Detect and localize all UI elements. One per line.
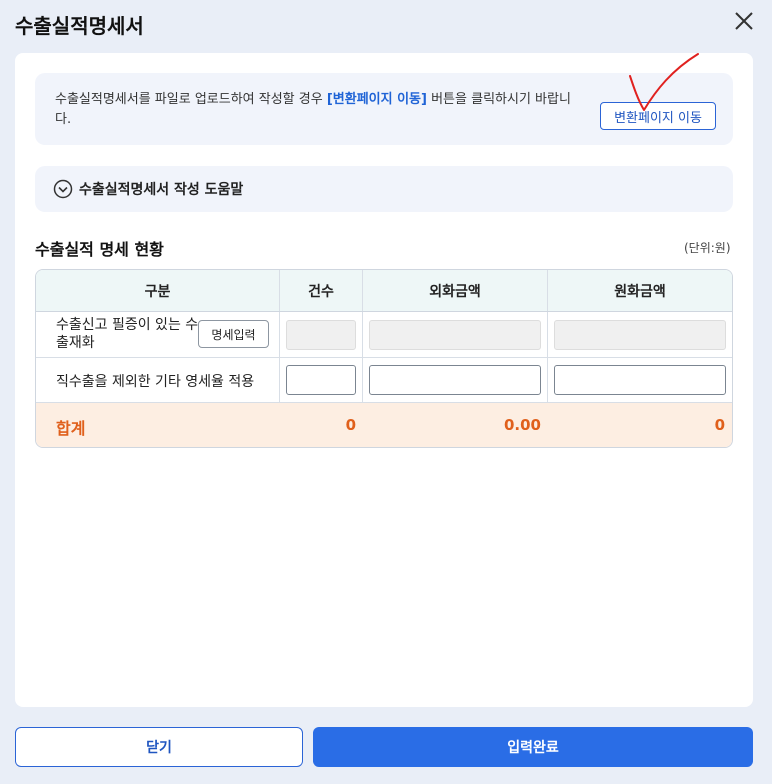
red-checkmark-annotation-icon bbox=[629, 53, 699, 111]
help-label: 수출실적명세서 작성 도움말 bbox=[79, 182, 244, 198]
notice-text-before: 수출실적명세서를 파일로 업로드하여 작성할 경우 bbox=[55, 92, 327, 107]
row-label: 수출신고 필증이 있는 수출재화 bbox=[56, 317, 199, 351]
header-krw-amount: 원화금액 bbox=[614, 283, 666, 300]
total-row: 합계 0 0.00 0 bbox=[36, 403, 732, 447]
table-row: 수출신고 필증이 있는 수출재화 명세입력 bbox=[36, 312, 732, 358]
foreign-amount-input[interactable] bbox=[369, 365, 541, 395]
close-button[interactable]: 닫기 bbox=[15, 727, 303, 767]
detail-input-button[interactable]: 명세입력 bbox=[198, 320, 269, 348]
row-krw-cell bbox=[548, 312, 732, 357]
dialog-title: 수출실적명세서 bbox=[15, 14, 144, 38]
krw-amount-input-disabled bbox=[554, 320, 726, 350]
notice-link-text: [변환페이지 이동] bbox=[326, 92, 427, 107]
chevron-down-circle-icon bbox=[53, 179, 73, 199]
notice-text: 수출실적명세서를 파일로 업로드하여 작성할 경우 [변환페이지 이동] 버튼을… bbox=[55, 90, 575, 130]
table-header-row: 구분 건수 외화금액 원화금액 bbox=[36, 270, 732, 312]
dialog-header: 수출실적명세서 bbox=[0, 0, 772, 50]
close-icon[interactable] bbox=[731, 8, 757, 34]
unit-label: (단위:원) bbox=[684, 241, 731, 255]
row-category-cell: 직수출을 제외한 기타 영세율 적용 bbox=[36, 358, 280, 402]
dialog-body: 수출실적명세서를 파일로 업로드하여 작성할 경우 [변환페이지 이동] 버튼을… bbox=[15, 53, 753, 707]
row-count-cell bbox=[280, 358, 363, 402]
row-foreign-cell bbox=[363, 358, 548, 402]
total-count: 0 bbox=[345, 416, 356, 434]
total-krw-cell: 0 bbox=[548, 403, 732, 447]
foreign-amount-input-disabled bbox=[369, 320, 541, 350]
header-category: 구분 bbox=[36, 270, 280, 311]
submit-button[interactable]: 입력완료 bbox=[313, 727, 753, 767]
header-foreign-amount: 외화금액 bbox=[363, 270, 548, 311]
total-foreign-cell: 0.00 bbox=[363, 403, 548, 447]
total-count-cell: 0 bbox=[280, 403, 363, 447]
row-krw-cell bbox=[548, 358, 732, 402]
count-input-disabled bbox=[286, 320, 356, 350]
export-table: 구분 건수 외화금액 원화금액 수출신고 필증이 있는 수출재화 명세입력 직수… bbox=[35, 269, 733, 448]
total-label-cell: 합계 bbox=[36, 403, 280, 447]
row-count-cell bbox=[280, 312, 363, 357]
count-input[interactable] bbox=[286, 365, 356, 395]
total-label: 합계 bbox=[56, 419, 86, 438]
row-foreign-cell bbox=[363, 312, 548, 357]
krw-amount-input[interactable] bbox=[554, 365, 726, 395]
total-krw-amount: 0 bbox=[714, 416, 725, 434]
header-count: 건수 bbox=[280, 270, 363, 311]
row-label: 직수출을 제외한 기타 영세율 적용 bbox=[56, 374, 255, 390]
row-category-cell: 수출신고 필증이 있는 수출재화 명세입력 bbox=[36, 312, 280, 357]
table-row: 직수출을 제외한 기타 영세율 적용 bbox=[36, 358, 732, 403]
section-title: 수출실적 명세 현황 bbox=[35, 240, 164, 259]
total-foreign-amount: 0.00 bbox=[503, 416, 541, 434]
help-toggle[interactable]: 수출실적명세서 작성 도움말 bbox=[35, 166, 733, 212]
